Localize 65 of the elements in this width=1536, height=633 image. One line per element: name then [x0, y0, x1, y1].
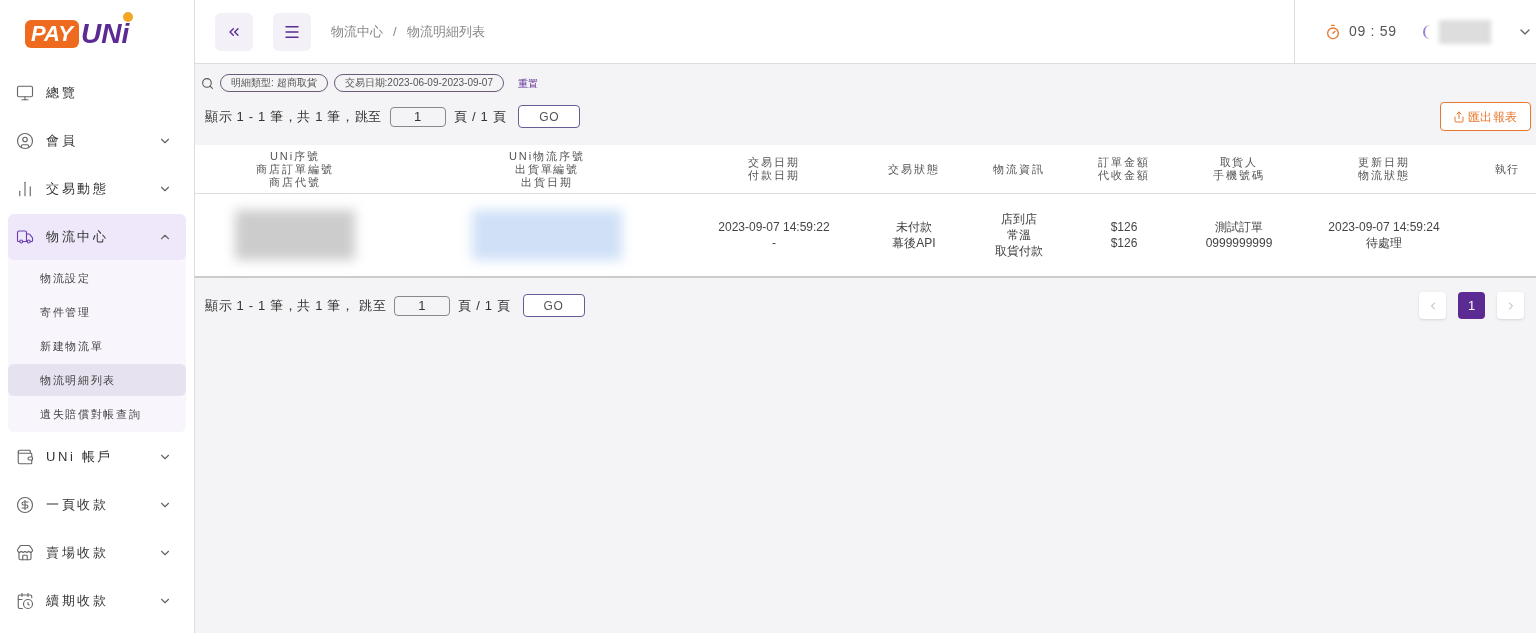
pager-total: 頁 / 1 頁	[454, 107, 507, 126]
column-header-line: 更新日期	[1358, 156, 1410, 169]
sidebar-item[interactable]: 續期收款	[8, 578, 186, 624]
table-cell-text: $126 $126	[1109, 219, 1139, 251]
truck-icon	[16, 228, 34, 246]
column-header-line: 手機號碼	[1213, 169, 1265, 182]
timer-icon	[1325, 23, 1341, 40]
column-header-line: 交易狀態	[888, 162, 940, 176]
submenu-item[interactable]: 物流明細列表	[8, 364, 186, 396]
submenu-item[interactable]: 物流設定	[8, 262, 186, 294]
breadcrumb-item: 物流明細列表	[406, 22, 485, 41]
dollar-icon	[16, 496, 34, 514]
share-icon	[1452, 110, 1465, 123]
column-header-line: 商店訂單編號	[256, 162, 334, 176]
sidebar-item[interactable]: 交易動態	[8, 166, 186, 212]
sidebar-item[interactable]: 賣場收款	[8, 530, 186, 576]
column-header-line: 代收金額	[1098, 169, 1150, 182]
pager-total: 頁 / 1 頁	[458, 296, 511, 315]
collapse-button[interactable]	[215, 12, 253, 51]
sidebar-item[interactable]: 一頁收款	[8, 482, 186, 528]
wallet-icon	[16, 448, 34, 466]
sidebar-item[interactable]: 總覽	[8, 70, 186, 116]
menu-button[interactable]	[273, 12, 311, 51]
logo-pay: PAY	[25, 20, 79, 48]
search-icon	[201, 76, 214, 90]
column-header-line: 訂單金額	[1098, 156, 1150, 169]
table-cell-text: 店到店 常溫 取貨付款	[994, 211, 1044, 259]
page-input[interactable]: 1	[394, 295, 451, 316]
calendar-icon	[16, 592, 34, 610]
sidebar-item[interactable]: 物流中心	[8, 214, 186, 260]
column-header-line: 出貨日期	[521, 175, 573, 189]
logo-uni: UNi	[81, 20, 130, 48]
pager-text: 顯示 1 - 1 筆，共 1 筆， 跳至	[205, 296, 387, 315]
column-header-line: 出貨單編號	[514, 162, 580, 176]
breadcrumb-separator: /	[393, 22, 397, 41]
column-header-line: 付款日期	[748, 169, 800, 182]
bar-chart-icon	[16, 180, 34, 198]
column-header-line: UNi序號	[269, 149, 321, 163]
session-timer: 09 : 59	[1349, 22, 1397, 41]
column-header-line: 取貨人	[1219, 156, 1259, 169]
column-header-line: 物流狀態	[1358, 169, 1410, 182]
monitor-icon	[16, 84, 34, 102]
pager-text: 顯示 1 - 1 筆，共 1 筆，跳至	[205, 107, 383, 126]
breadcrumb-item[interactable]: 物流中心	[331, 21, 383, 42]
table-cell-text: 2023-09-07 14:59:24 待處理	[1327, 219, 1441, 251]
column-header-line: 交易日期	[748, 156, 800, 169]
column-header-line: UNi物流序號	[508, 149, 586, 163]
column-header-line: 執行	[1494, 162, 1521, 176]
submenu-item[interactable]: 新建物流單	[8, 330, 186, 362]
sidebar-item[interactable]: 會員	[8, 118, 186, 164]
submenu-item[interactable]: 遺失賠償對帳查詢	[8, 398, 186, 430]
column-header-line: 商店代號	[269, 175, 321, 189]
reset-link[interactable]: 重置	[518, 75, 538, 91]
submenu-item[interactable]: 寄件管理	[8, 296, 186, 328]
table-cell-text: 2023-09-07 14:59:22 -	[717, 219, 831, 251]
column-header-line: 物流資訊	[993, 162, 1045, 176]
redacted-user-name	[1438, 19, 1491, 44]
go-button[interactable]: GO	[518, 105, 581, 128]
table-cell-text: 未付款 幕後API	[891, 219, 937, 251]
page-input[interactable]: 1	[390, 106, 447, 127]
sidebar-item[interactable]: UNi 帳戶	[8, 434, 186, 480]
page-button[interactable]: 1	[1458, 292, 1485, 319]
go-button[interactable]: GO	[522, 294, 585, 317]
table-cell-text: 測試訂單 0999999999	[1204, 219, 1274, 251]
store-icon	[16, 544, 34, 562]
